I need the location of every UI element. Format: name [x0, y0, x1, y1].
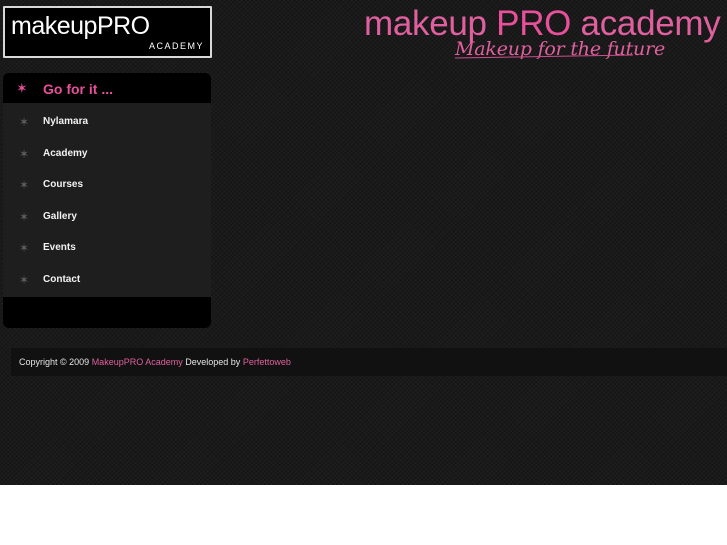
sidebar-item-label: Contact	[43, 273, 81, 285]
sidebar: ✶ Go for it ... ✶ Nylamara ✶ Academy ✶ C…	[3, 73, 211, 328]
sidebar-item-events[interactable]: ✶ Events	[3, 233, 211, 265]
sidebar-item-courses[interactable]: ✶ Courses	[3, 170, 211, 202]
star-icon: ✶	[19, 209, 30, 224]
logo-sub: ACADEMY	[148, 41, 204, 51]
sidebar-item-label: Courses	[43, 179, 84, 190]
star-icon: ✶	[19, 272, 30, 287]
site-link[interactable]: MakeupPRO Academy	[92, 357, 183, 367]
sidebar-heading-bar: ✶ Go for it ...	[3, 73, 211, 103]
logo-brand: makeupPRO	[11, 12, 150, 40]
star-icon: ✶	[19, 115, 30, 129]
footer: Copyright © 2009 MakeupPRO Academy Devel…	[11, 348, 727, 376]
star-icon: ✶	[19, 146, 30, 161]
page-background: makeupPRO ACADEMY makeup PRO academy Mak…	[0, 0, 727, 485]
sidebar-menu: ✶ Nylamara ✶ Academy ✶ Courses ✶ Gallery…	[3, 107, 211, 296]
star-icon: ✶	[19, 178, 30, 192]
logo-brand-main: makeup	[11, 12, 97, 40]
sidebar-item-contact[interactable]: ✶ Contact	[3, 265, 211, 297]
sidebar-item-label: Gallery	[43, 210, 77, 222]
site-logo[interactable]: makeupPRO ACADEMY	[3, 6, 212, 58]
sidebar-item-label: Nylamara	[43, 116, 89, 127]
developer-link[interactable]: Perfettoweb	[243, 357, 291, 367]
logo-brand-pro: PRO	[96, 12, 150, 40]
sidebar-item-gallery[interactable]: ✶ Gallery	[3, 202, 211, 234]
sidebar-footer-bar	[3, 297, 211, 328]
sidebar-item-nylamara[interactable]: ✶ Nylamara	[3, 107, 211, 139]
sidebar-heading: Go for it ...	[43, 81, 113, 97]
developed-by-text: Developed by	[185, 357, 241, 367]
footer-text: Copyright © 2009 MakeupPRO Academy Devel…	[19, 357, 291, 367]
star-icon: ✶	[19, 241, 30, 255]
sidebar-item-academy[interactable]: ✶ Academy	[3, 139, 211, 171]
copyright-text: Copyright © 2009	[19, 357, 90, 367]
sidebar-item-label: Events	[43, 242, 76, 253]
star-icon: ✶	[16, 80, 28, 96]
sidebar-item-label: Academy	[43, 147, 88, 159]
